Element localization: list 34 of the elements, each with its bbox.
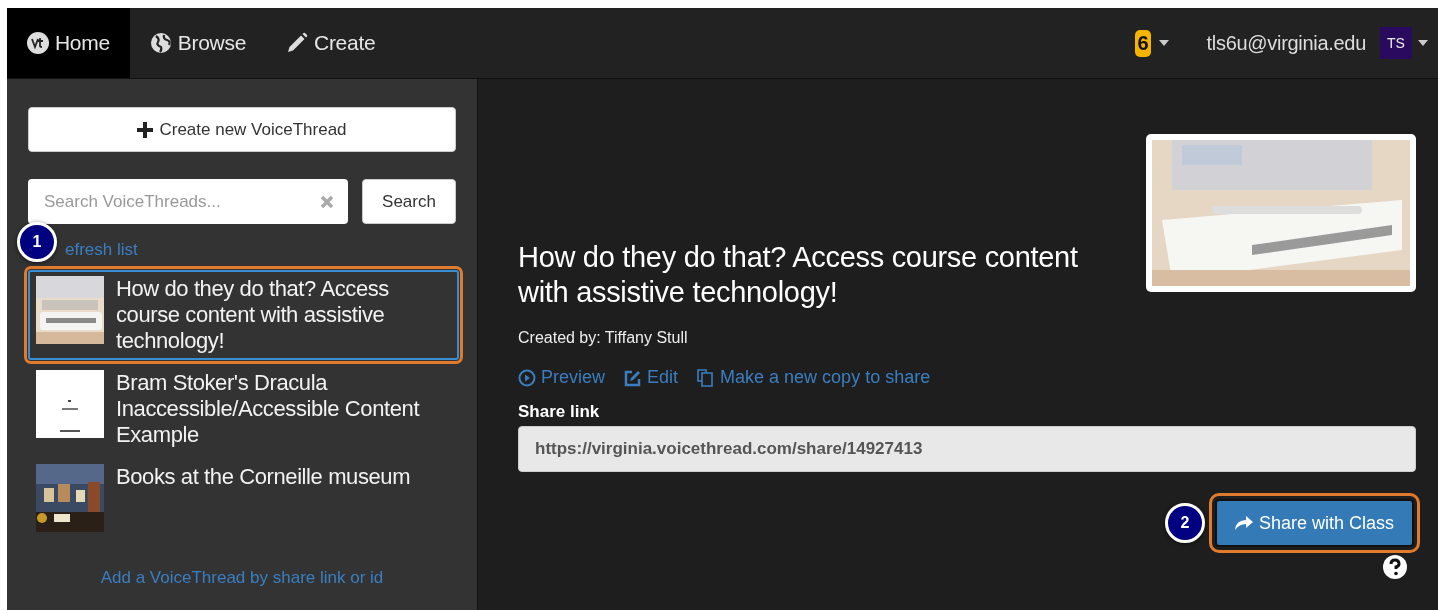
nav-tab[interactable]: Browse [129,8,267,78]
user-email[interactable]: tls6u@virginia.edu [1206,31,1366,55]
caret-icon[interactable] [1158,40,1169,46]
share-link-field[interactable]: https://virginia.voicethread.com/share/14927413 [518,426,1416,472]
created-by: Created by: Tiffany Stull [518,329,689,347]
search-button[interactable]: Search [362,179,456,224]
action-link[interactable]: Edit [623,367,679,388]
nav-tab[interactable]: Home [7,8,130,78]
notification-count[interactable]: 6 [1135,29,1151,57]
help-icon[interactable] [1383,555,1407,579]
pencil-icon [286,32,309,54]
step-marker: 2 [1164,503,1205,543]
step-marker: 1 [17,222,57,262]
voicethread-title: Books at the Corneille museum [116,464,411,491]
voicethread-title: How do they do that? Access course content with assistive technology! [116,276,390,354]
edit-icon [623,368,643,387]
globe-icon [149,32,172,54]
voicethread-item[interactable]: Books at the Corneille museum [28,458,459,538]
search-field[interactable]: Search VoiceThreads... [28,179,348,224]
action-link[interactable]: Make a new copy to share [696,367,931,388]
create-voicethread-button[interactable]: Create new VoiceThread [28,107,456,152]
plus-icon [137,121,154,138]
logo-icon [27,32,49,54]
nav-tab[interactable]: Create [266,8,396,78]
share-link-label: Share link [518,402,601,422]
share-icon [1234,515,1253,531]
voicethread-title: Bram Stoker's Dracula Inaccessible/Accessible Content Example [116,370,421,448]
voicethread-item[interactable]: Bram Stoker's Dracula Inaccessible/Accessible Content Example [28,364,459,454]
user-avatar[interactable]: TS [1380,27,1412,59]
action-link[interactable]: Preview [518,367,606,388]
play-icon [518,368,536,387]
copy-icon [696,368,716,387]
caret-icon[interactable] [1418,40,1428,46]
voicethread-heading: How do they do that? Access course content with assistive technology! [518,240,1079,310]
